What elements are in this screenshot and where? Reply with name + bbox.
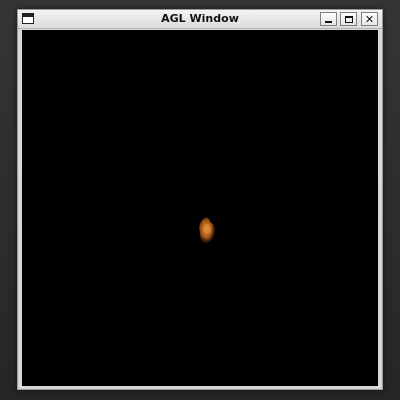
maximize-button[interactable] <box>340 12 357 26</box>
desktop: AGL Window ✕ <box>0 0 400 400</box>
maximize-icon <box>344 15 353 23</box>
close-icon: ✕ <box>364 12 375 26</box>
opengl-canvas[interactable] <box>22 30 378 386</box>
rendered-object <box>199 217 216 244</box>
title-bar[interactable]: AGL Window ✕ <box>18 10 382 29</box>
minimize-button[interactable] <box>320 12 337 26</box>
close-button[interactable]: ✕ <box>361 12 378 26</box>
agl-window: AGL Window ✕ <box>17 9 383 390</box>
minimize-icon <box>325 21 332 23</box>
